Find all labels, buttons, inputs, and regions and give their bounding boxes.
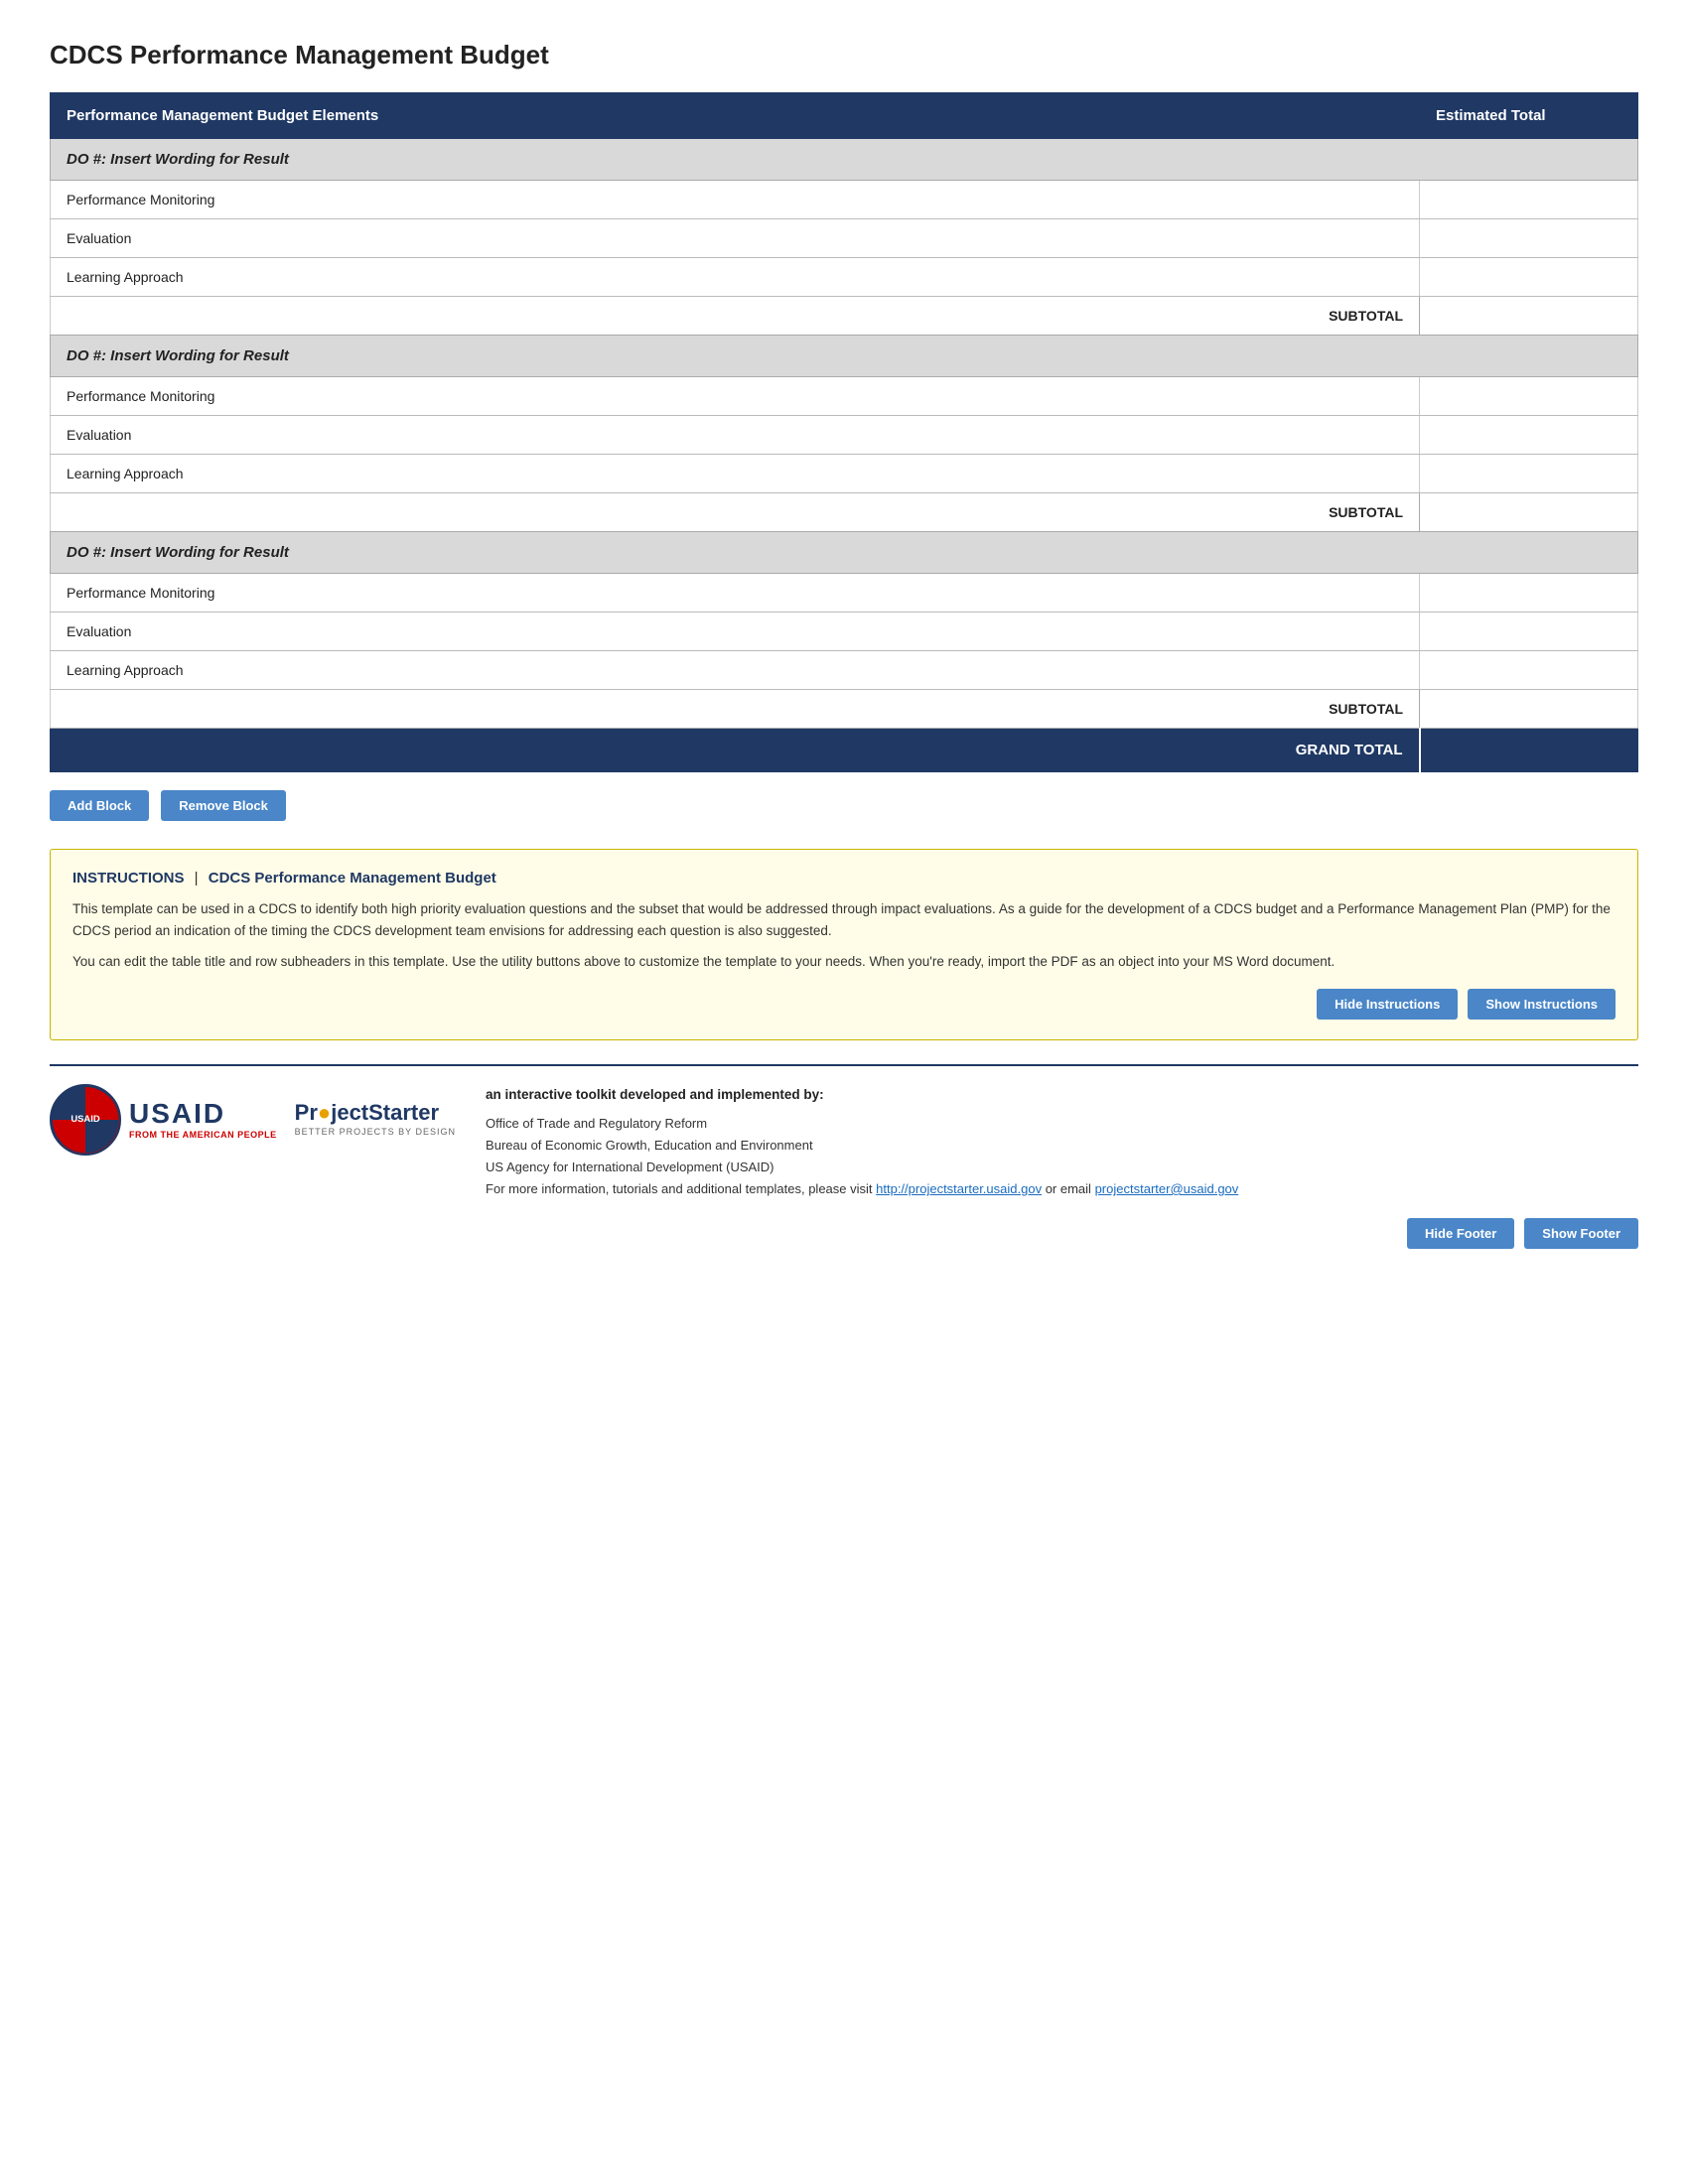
instructions-box: INSTRUCTIONS | CDCS Performance Manageme… <box>50 849 1638 1040</box>
add-block-button[interactable]: Add Block <box>50 790 149 821</box>
usaid-name: USAID <box>129 1100 225 1128</box>
instructions-para1: This template can be used in a CDCS to i… <box>72 898 1616 941</box>
usaid-logo: USAID USAID FROM THE AMERICAN PEOPLE <box>50 1084 277 1156</box>
row-value[interactable] <box>1420 416 1638 455</box>
instructions-pipe: | <box>191 870 203 887</box>
row-label[interactable]: Learning Approach <box>51 651 1420 690</box>
subtotal-row: SUBTOTAL <box>51 690 1638 729</box>
block-header-row: DO #: Insert Wording for Result <box>51 139 1638 181</box>
footer-email[interactable]: projectstarter@usaid.gov <box>1095 1181 1239 1196</box>
footer-orgs: Office of Trade and Regulatory Reform Bu… <box>486 1113 1638 1178</box>
usaid-subtitle: FROM THE AMERICAN PEOPLE <box>129 1130 277 1140</box>
grand-total-row: GRAND TOTAL <box>51 729 1638 772</box>
subtotal-value <box>1420 297 1638 336</box>
action-buttons: Add Block Remove Block <box>50 790 1638 821</box>
footer-area: USAID USAID FROM THE AMERICAN PEOPLE Pr●… <box>50 1064 1638 1249</box>
subtotal-label: SUBTOTAL <box>51 493 1420 532</box>
block-header-cell[interactable]: DO #: Insert Wording for Result <box>51 336 1638 377</box>
usaid-text-block: USAID FROM THE AMERICAN PEOPLE <box>129 1100 277 1140</box>
block-header-row: DO #: Insert Wording for Result <box>51 336 1638 377</box>
page-title: CDCS Performance Management Budget <box>50 40 1638 70</box>
row-label[interactable]: Performance Monitoring <box>51 377 1420 416</box>
hide-instructions-button[interactable]: Hide Instructions <box>1317 989 1458 1020</box>
row-value[interactable] <box>1420 219 1638 258</box>
grand-total-value <box>1420 729 1638 772</box>
row-value[interactable] <box>1420 613 1638 651</box>
subtotal-value <box>1420 690 1638 729</box>
row-value[interactable] <box>1420 377 1638 416</box>
show-footer-button[interactable]: Show Footer <box>1524 1218 1638 1249</box>
footer-logos: USAID USAID FROM THE AMERICAN PEOPLE Pr●… <box>50 1084 456 1156</box>
ps-dot: ● <box>318 1100 331 1125</box>
ps-name: Pr●jectStarter <box>295 1102 439 1124</box>
table-row: Learning Approach <box>51 455 1638 493</box>
row-label[interactable]: Learning Approach <box>51 455 1420 493</box>
footer-org1: Office of Trade and Regulatory Reform <box>486 1116 707 1131</box>
footer-info: an interactive toolkit developed and imp… <box>486 1084 1638 1200</box>
table-row: Performance Monitoring <box>51 181 1638 219</box>
instructions-title-text: CDCS Performance Management Budget <box>209 870 496 887</box>
col2-header: Estimated Total <box>1420 93 1638 139</box>
table-row: Evaluation <box>51 219 1638 258</box>
block-header-cell[interactable]: DO #: Insert Wording for Result <box>51 139 1638 181</box>
row-label[interactable]: Evaluation <box>51 613 1420 651</box>
instructions-para2: You can edit the table title and row sub… <box>72 951 1616 973</box>
subtotal-row: SUBTOTAL <box>51 493 1638 532</box>
svg-text:USAID: USAID <box>70 1114 100 1125</box>
footer-more-info-text: For more information, tutorials and addi… <box>486 1181 872 1196</box>
ps-name-part2: jectStarter <box>331 1100 439 1125</box>
footer-url[interactable]: http://projectstarter.usaid.gov <box>876 1181 1042 1196</box>
footer-buttons: Hide Footer Show Footer <box>50 1218 1638 1249</box>
remove-block-button[interactable]: Remove Block <box>161 790 286 821</box>
table-row: Performance Monitoring <box>51 574 1638 613</box>
row-label[interactable]: Evaluation <box>51 219 1420 258</box>
footer-developed-by: an interactive toolkit developed and imp… <box>486 1084 1638 1107</box>
show-instructions-button[interactable]: Show Instructions <box>1468 989 1616 1020</box>
footer-or-email-text: or email <box>1046 1181 1091 1196</box>
row-value[interactable] <box>1420 651 1638 690</box>
row-value[interactable] <box>1420 181 1638 219</box>
ps-name-part1: Pr <box>295 1100 318 1125</box>
subtotal-label: SUBTOTAL <box>51 297 1420 336</box>
footer-org3: US Agency for International Development … <box>486 1160 774 1174</box>
row-label[interactable]: Evaluation <box>51 416 1420 455</box>
budget-table: Performance Management Budget Elements E… <box>50 92 1638 772</box>
ps-tagline: BETTER PROJECTS BY DESIGN <box>295 1127 456 1137</box>
subtotal-row: SUBTOTAL <box>51 297 1638 336</box>
hide-footer-button[interactable]: Hide Footer <box>1407 1218 1514 1249</box>
subtotal-value <box>1420 493 1638 532</box>
row-value[interactable] <box>1420 258 1638 297</box>
instructions-label: INSTRUCTIONS <box>72 870 185 887</box>
usaid-circle-icon: USAID <box>50 1084 121 1156</box>
footer-more-info: For more information, tutorials and addi… <box>486 1178 1638 1200</box>
row-label[interactable]: Performance Monitoring <box>51 181 1420 219</box>
instructions-title: INSTRUCTIONS | CDCS Performance Manageme… <box>72 870 1616 887</box>
instructions-buttons: Hide Instructions Show Instructions <box>72 989 1616 1020</box>
table-row: Evaluation <box>51 416 1638 455</box>
block-header-cell[interactable]: DO #: Insert Wording for Result <box>51 532 1638 574</box>
row-label[interactable]: Performance Monitoring <box>51 574 1420 613</box>
table-row: Evaluation <box>51 613 1638 651</box>
row-value[interactable] <box>1420 574 1638 613</box>
grand-total-label: GRAND TOTAL <box>51 729 1420 772</box>
table-row: Performance Monitoring <box>51 377 1638 416</box>
footer-org2: Bureau of Economic Growth, Education and… <box>486 1138 813 1153</box>
footer-content: USAID USAID FROM THE AMERICAN PEOPLE Pr●… <box>50 1084 1638 1200</box>
block-header-row: DO #: Insert Wording for Result <box>51 532 1638 574</box>
row-value[interactable] <box>1420 455 1638 493</box>
project-starter-logo: Pr●jectStarter BETTER PROJECTS BY DESIGN <box>295 1102 456 1137</box>
row-label[interactable]: Learning Approach <box>51 258 1420 297</box>
subtotal-label: SUBTOTAL <box>51 690 1420 729</box>
table-row: Learning Approach <box>51 651 1638 690</box>
col1-header: Performance Management Budget Elements <box>51 93 1420 139</box>
table-row: Learning Approach <box>51 258 1638 297</box>
usaid-emblem-svg: USAID <box>52 1084 119 1156</box>
